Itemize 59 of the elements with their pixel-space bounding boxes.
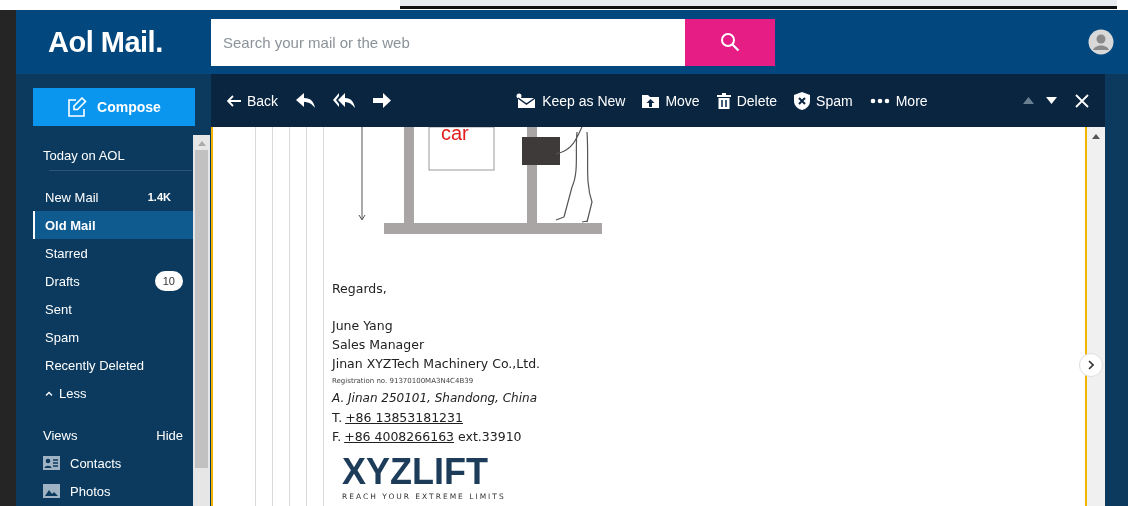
today-link[interactable]: Today on AOL — [16, 126, 193, 170]
back-arrow-icon — [227, 94, 241, 107]
phone-prefix: F. — [332, 429, 342, 444]
shield-icon — [794, 91, 811, 110]
phone-prefix: T. — [332, 410, 343, 425]
reply-all-icon[interactable] — [333, 93, 356, 108]
contact-card-icon — [43, 456, 60, 470]
caret-up-icon — [45, 390, 53, 396]
phone-link[interactable]: +86 13853181231 — [345, 410, 463, 425]
avatar-icon[interactable] — [1088, 29, 1114, 55]
toolbar-button[interactable]: Move — [642, 91, 700, 110]
folder-item[interactable]: Starred — [33, 239, 193, 267]
views-heading: Views — [43, 427, 78, 443]
folder-item[interactable]: Old Mail — [33, 211, 193, 239]
chevron-right-icon — [1088, 360, 1094, 370]
toolbar-button[interactable]: Spam — [794, 91, 853, 110]
dots-icon — [869, 97, 890, 104]
compose-icon — [67, 97, 88, 117]
signature-line: Jinan XYZTech Machinery Co.,Ltd. — [332, 355, 542, 373]
back-button[interactable]: Back — [227, 92, 279, 109]
previous-icon[interactable] — [1023, 97, 1034, 104]
scrollbar[interactable] — [1087, 127, 1105, 506]
view-item[interactable]: Contacts — [43, 449, 193, 477]
toolbar-button[interactable]: Keep as New — [516, 91, 626, 110]
expand-button[interactable] — [1079, 353, 1103, 377]
forward-icon[interactable] — [373, 93, 392, 108]
phone-link[interactable]: +86 4008266163 — [344, 429, 455, 444]
trash-icon — [716, 92, 731, 109]
photo-icon — [43, 484, 60, 498]
folder-arrow-icon — [642, 93, 660, 108]
hide-link[interactable]: Hide — [156, 427, 183, 443]
folder-item[interactable]: Spam — [33, 323, 193, 351]
search-field[interactable]: Search your mail or the web — [211, 18, 685, 66]
less-toggle[interactable]: Less — [45, 379, 193, 407]
reply-icon[interactable] — [296, 93, 316, 108]
folder-item[interactable]: Recently Deleted — [33, 351, 193, 379]
signature-line: June Yang — [332, 317, 394, 335]
view-item[interactable]: Photos — [43, 477, 193, 505]
count-label: 1.4K — [147, 191, 171, 203]
company-logo: XYZLIFT — [342, 454, 489, 490]
folder-item[interactable]: Drafts 10 — [33, 267, 193, 295]
toolbar-button[interactable]: More — [869, 91, 928, 110]
count-badge: 10 — [154, 271, 183, 291]
address-text: A. Jinan 250101, Shandong, China — [332, 390, 539, 407]
scroll-up-icon[interactable] — [1092, 134, 1100, 139]
close-icon[interactable] — [1075, 93, 1089, 108]
folder-item[interactable]: Sent — [33, 295, 193, 323]
extension-text: ext.33910 — [458, 429, 522, 444]
toolbar-button[interactable]: Delete — [716, 91, 778, 110]
signature-line: Sales Manager — [332, 336, 426, 354]
envelope-icon — [516, 92, 537, 109]
folder-item[interactable]: New Mail 1.4K — [33, 183, 193, 211]
car-label: car — [441, 127, 469, 144]
search-button[interactable] — [685, 18, 775, 66]
scrollbar[interactable] — [193, 135, 210, 506]
app-logo: Aol Mail. — [47, 25, 164, 59]
search-icon — [720, 32, 740, 52]
next-icon[interactable] — [1046, 97, 1057, 104]
closing-text: Regards, — [332, 280, 388, 298]
